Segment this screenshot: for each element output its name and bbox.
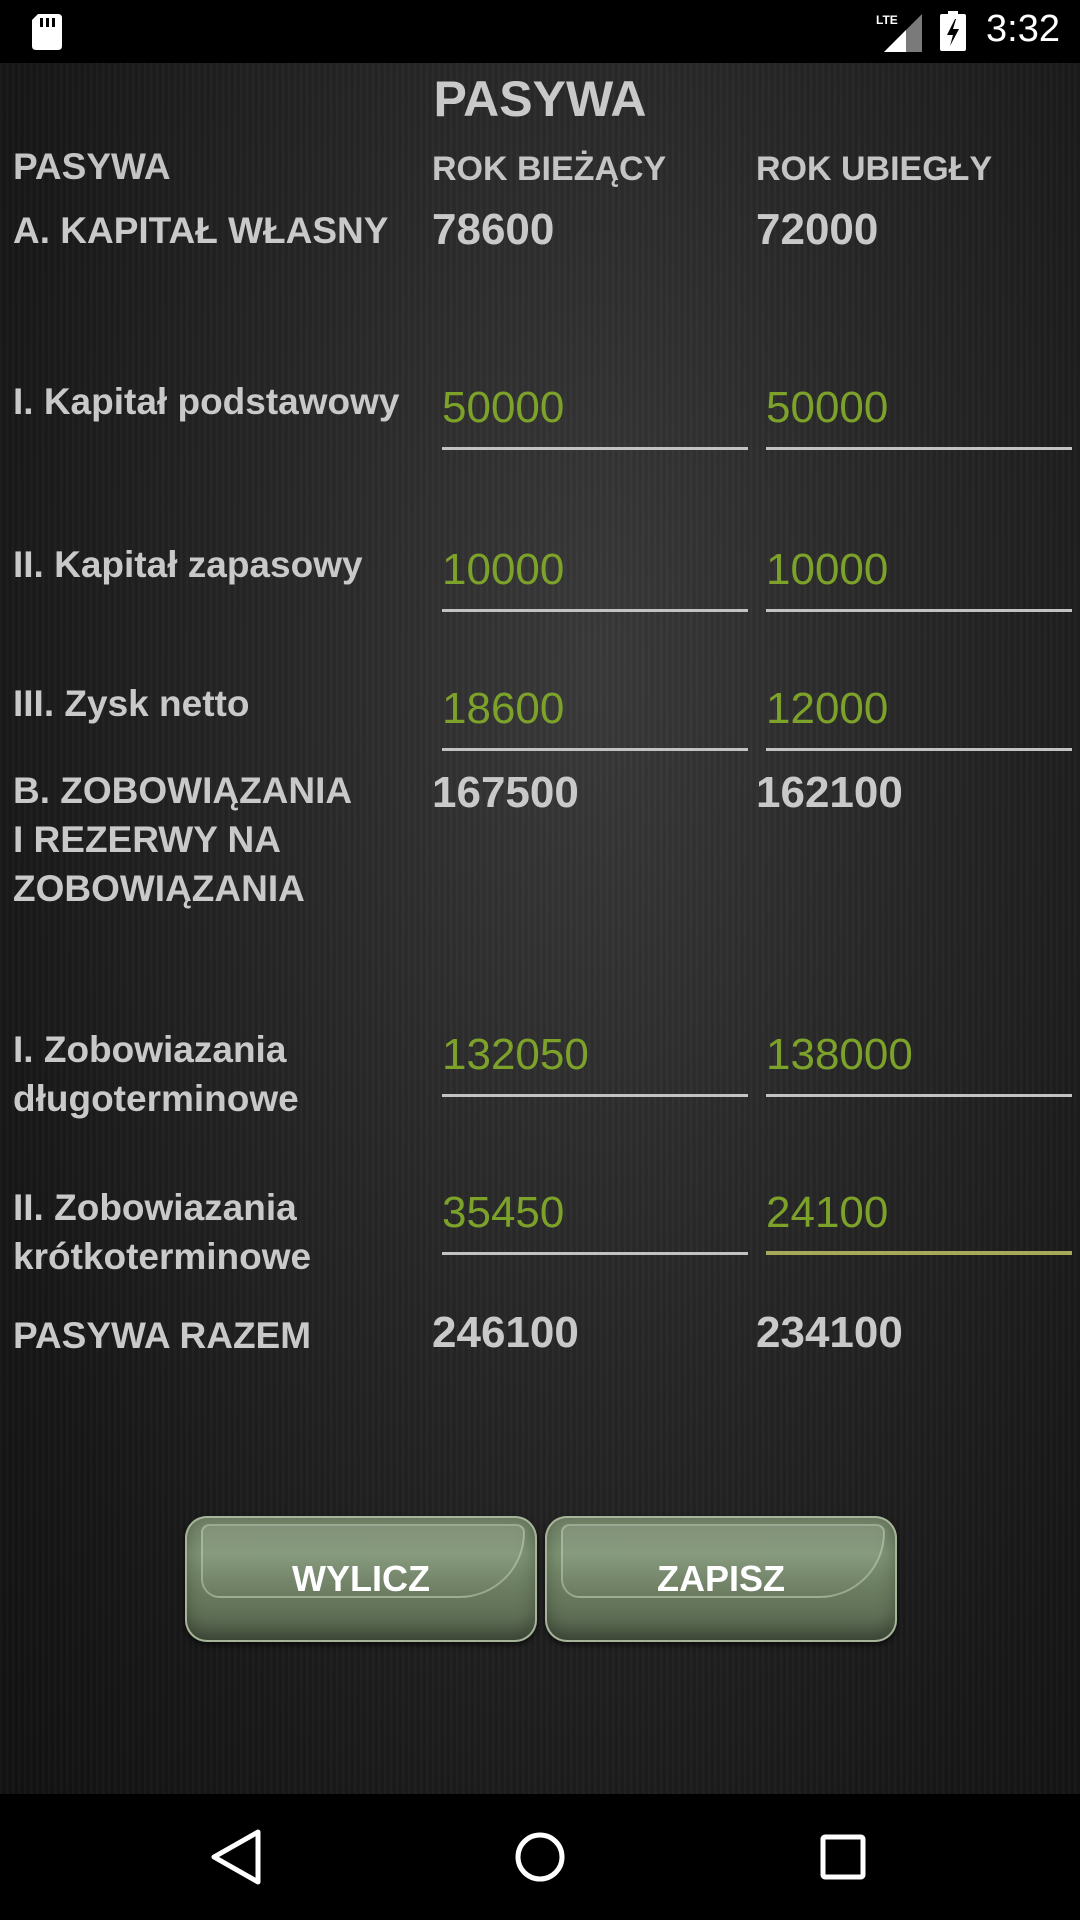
zob-krotko-previous-input[interactable] xyxy=(766,1183,1072,1243)
save-button[interactable]: ZAPISZ xyxy=(545,1516,897,1642)
total-current: 246100 xyxy=(432,1308,579,1357)
svg-text:LTE: LTE xyxy=(876,13,898,27)
calculate-button[interactable]: WYLICZ xyxy=(185,1516,537,1642)
save-button-label: ZAPISZ xyxy=(656,1558,785,1599)
kapital-podstawowy-current-input[interactable] xyxy=(442,378,748,438)
zob-dlugo-current-input[interactable] xyxy=(442,1025,748,1085)
kapital-podstawowy-previous-input[interactable] xyxy=(766,378,1072,438)
page-title: PASYWA xyxy=(433,71,647,127)
signal-icon: LTE xyxy=(876,13,922,52)
kapital-zapasowy-previous-input[interactable] xyxy=(766,540,1072,600)
back-icon[interactable] xyxy=(200,1824,270,1890)
section-b-previous: 162100 xyxy=(756,768,903,817)
total-previous: 234100 xyxy=(756,1308,903,1357)
row-kapital-podstawowy-label: I. Kapitał podstawowy xyxy=(13,381,400,422)
section-a-label: A. KAPITAŁ WŁASNY xyxy=(13,210,389,251)
zob-krotko-current-field[interactable] xyxy=(442,1183,748,1255)
row-zob-dlugo-label-line2: długoterminowe xyxy=(13,1078,299,1119)
header-current-year: ROK BIEŻĄCY xyxy=(432,150,667,188)
recents-icon[interactable] xyxy=(808,1824,878,1890)
zysk-netto-current-input[interactable] xyxy=(442,679,748,739)
section-a-previous: 72000 xyxy=(756,205,879,254)
zob-dlugo-current-field[interactable] xyxy=(442,1025,748,1097)
kapital-zapasowy-current-field[interactable] xyxy=(442,540,748,612)
kapital-podstawowy-previous-field[interactable] xyxy=(766,378,1072,450)
row-zob-dlugo-label-line1: I. Zobowiazania xyxy=(13,1029,287,1070)
header-previous-year: ROK UBIEGŁY xyxy=(756,150,993,188)
zysk-netto-previous-input[interactable] xyxy=(766,679,1072,739)
home-icon[interactable] xyxy=(505,1824,575,1890)
zob-krotko-current-input[interactable] xyxy=(442,1183,748,1243)
header-label: PASYWA xyxy=(13,146,171,187)
kapital-zapasowy-previous-field[interactable] xyxy=(766,540,1072,612)
calculate-button-label: WYLICZ xyxy=(292,1558,430,1599)
screen: LTE 3:32 PASYWA PASYWA ROK BIEŻĄCY ROK U… xyxy=(0,0,1080,1920)
zob-krotko-previous-field[interactable] xyxy=(766,1183,1072,1255)
row-kapital-zapasowy-label: II. Kapitał zapasowy xyxy=(13,544,363,585)
row-zob-krotko-label-line2: krótkoterminowe xyxy=(13,1236,312,1277)
section-a-current: 78600 xyxy=(432,205,555,254)
kapital-zapasowy-current-input[interactable] xyxy=(442,540,748,600)
row-zysk-netto-label: III. Zysk netto xyxy=(13,683,250,724)
zysk-netto-current-field[interactable] xyxy=(442,679,748,751)
kapital-podstawowy-current-field[interactable] xyxy=(442,378,748,450)
section-b-label-line3: ZOBOWIĄZANIA xyxy=(13,868,305,909)
row-zob-krotko-label-line1: II. Zobowiazania xyxy=(13,1187,297,1228)
status-clock: 3:32 xyxy=(986,8,1060,50)
battery-charging-icon xyxy=(940,11,966,51)
zob-dlugo-previous-field[interactable] xyxy=(766,1025,1072,1097)
total-label: PASYWA RAZEM xyxy=(13,1315,312,1356)
navigation-bar xyxy=(0,1794,1080,1920)
status-bar: LTE 3:32 xyxy=(0,0,1080,63)
zob-dlugo-previous-input[interactable] xyxy=(766,1025,1072,1085)
sd-card-icon xyxy=(32,14,62,50)
section-b-current: 167500 xyxy=(432,768,579,817)
section-b-label-line2: I REZERWY NA xyxy=(13,819,281,860)
zysk-netto-previous-field[interactable] xyxy=(766,679,1072,751)
section-b-label-line1: B. ZOBOWIĄZANIA xyxy=(13,770,353,811)
